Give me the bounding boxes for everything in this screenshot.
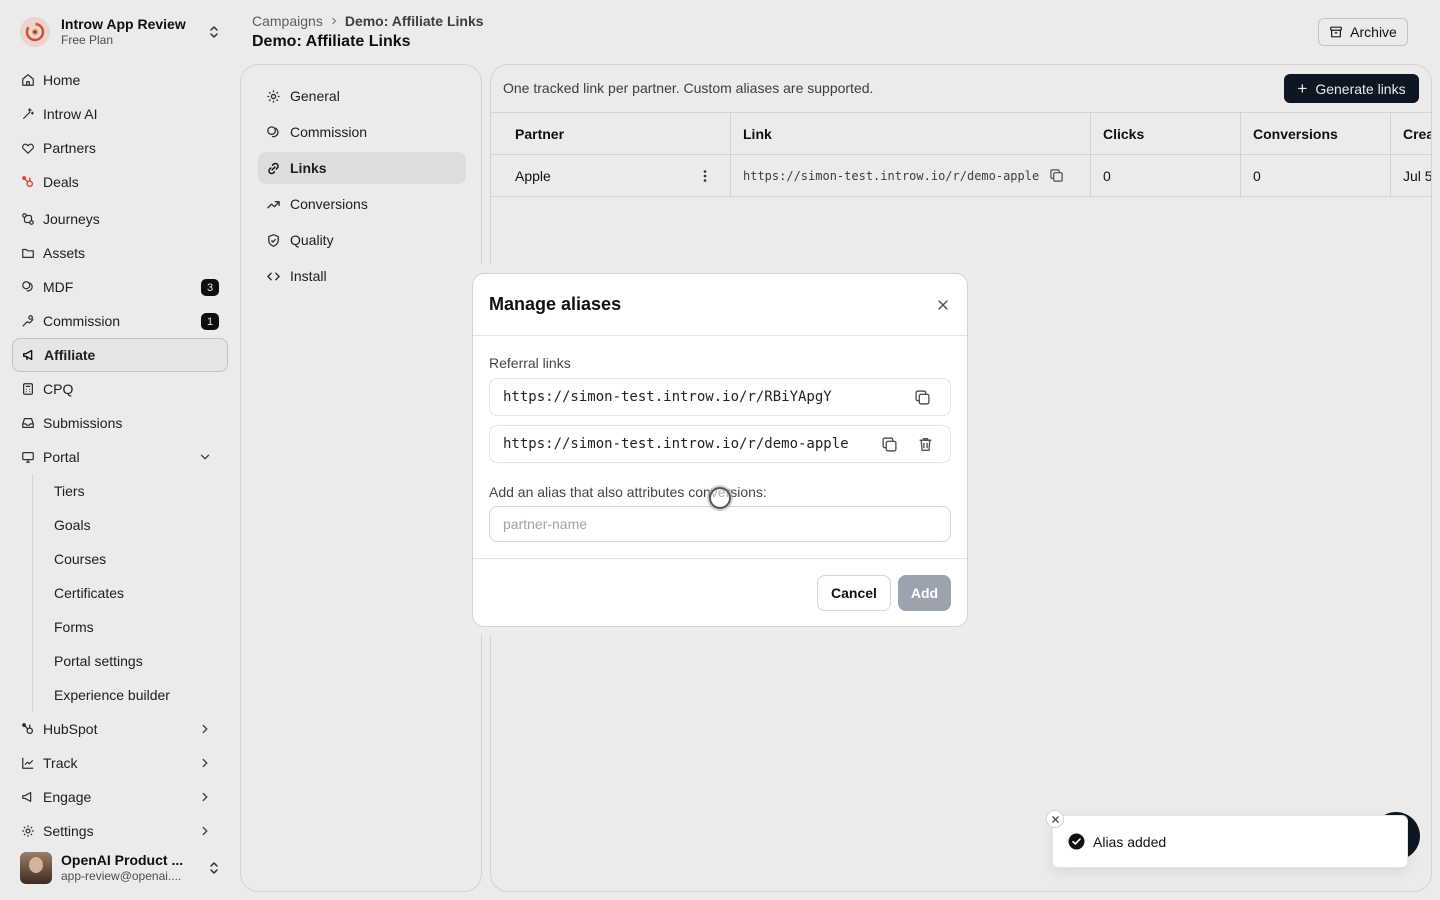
cancel-button[interactable]: Cancel — [817, 575, 891, 611]
toast-notification: Alias added — [1052, 815, 1408, 868]
referral-link-url: https://simon-test.introw.io/r/demo-appl… — [503, 436, 849, 452]
trash-icon[interactable] — [917, 436, 934, 453]
dialog-title: Manage aliases — [489, 294, 622, 314]
add-button[interactable]: Add — [898, 575, 951, 611]
cursor-indicator — [709, 487, 731, 509]
toast-close-button[interactable] — [1046, 810, 1064, 828]
manage-aliases-dialog: Manage aliases Referral links https://si… — [472, 273, 968, 627]
referral-link-url: https://simon-test.introw.io/r/RBiYApgY — [503, 389, 832, 405]
divider — [473, 335, 967, 336]
referral-links-label: Referral links — [489, 355, 571, 371]
divider — [473, 558, 967, 559]
toast-message: Alias added — [1093, 833, 1167, 850]
referral-link-alias: https://simon-test.introw.io/r/demo-appl… — [489, 425, 951, 463]
alias-input[interactable] — [489, 506, 951, 542]
copy-icon[interactable] — [914, 389, 931, 406]
close-icon[interactable] — [935, 297, 951, 313]
check-circle-icon — [1068, 833, 1085, 850]
copy-icon[interactable] — [881, 436, 898, 453]
close-icon — [1051, 815, 1059, 823]
referral-link-primary: https://simon-test.introw.io/r/RBiYApgY — [489, 378, 951, 416]
